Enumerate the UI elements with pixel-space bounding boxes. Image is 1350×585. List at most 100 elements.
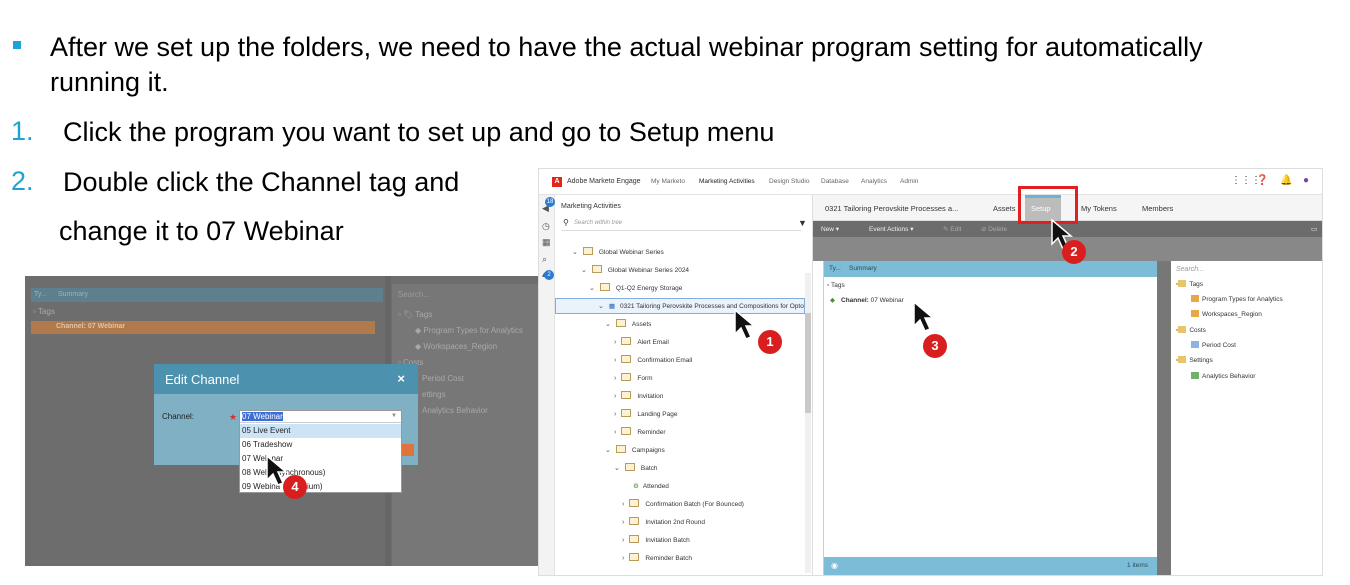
option-tradeshow[interactable]: 06 Tradeshow: [240, 438, 401, 452]
tree-item[interactable]: › Invitation 2nd Round: [622, 515, 705, 531]
brand-name: Adobe Marketo Engage: [567, 178, 641, 185]
tree-scrollbar[interactable]: [805, 273, 811, 573]
grid-tags-group[interactable]: ▫ Tags: [827, 282, 845, 289]
tab-my-tokens[interactable]: My Tokens: [1081, 204, 1117, 213]
nav-analytics[interactable]: Analytics: [861, 178, 887, 185]
tree-item[interactable]: ⌄ Q1-Q2 Energy Storage: [589, 281, 682, 297]
tree-item[interactable]: › Form: [614, 371, 653, 387]
help-icon[interactable]: ❓: [1256, 175, 1268, 186]
side-settings[interactable]: ▫ Settings: [1176, 356, 1213, 364]
chevron-right-icon[interactable]: ›: [622, 537, 624, 544]
delete-button-label: Delete: [988, 226, 1008, 233]
tree-item-selected-program[interactable]: ⌄ ▦ 0321 Tailoring Perovskite Processes an…: [555, 298, 805, 314]
chevron-right-icon[interactable]: ›: [614, 357, 616, 364]
dim-search[interactable]: Search...: [398, 290, 430, 299]
tree-item[interactable]: ⌄ Campaigns: [605, 443, 665, 459]
panel-divider[interactable]: [1157, 261, 1171, 575]
chevron-down-icon[interactable]: ▼: [391, 411, 397, 422]
channel-select-value[interactable]: 07 Webinar ▼: [240, 411, 401, 423]
dim-channel-row[interactable]: Channel: 07 Webinar: [31, 321, 375, 334]
tree-item[interactable]: › Invitation: [614, 389, 663, 405]
side-workspaces-label: Workspaces_Region: [1202, 311, 1262, 319]
tree-item[interactable]: › Reminder: [614, 425, 666, 441]
refresh-icon[interactable]: ◉: [831, 561, 838, 570]
nav-admin[interactable]: Admin: [900, 178, 918, 185]
nav-my-marketo[interactable]: My Marketo: [651, 178, 685, 185]
chevron-down-icon[interactable]: ⌄: [605, 321, 611, 328]
step-1-text: Click the program you want to set up and…: [63, 117, 775, 147]
filter-icon[interactable]: ▼: [798, 218, 807, 228]
edit-button[interactable]: ✎ Edit: [943, 225, 961, 233]
callout-2: 2: [1062, 240, 1086, 264]
search-icon[interactable]: ⌕: [542, 254, 547, 265]
tree-item-label: 0321 Tailoring Perovskite Processes and …: [620, 303, 804, 310]
tree-panel: Marketing Activities ⚲ Search within tre…: [555, 195, 813, 575]
folder-icon: [591, 265, 602, 274]
tree-item[interactable]: ⌄ Assets: [605, 317, 651, 333]
side-workspaces[interactable]: Workspaces_Region: [1191, 310, 1262, 319]
tree-item[interactable]: › Invitation Batch: [622, 533, 690, 549]
avatar[interactable]: ●: [1303, 175, 1309, 186]
tree-item[interactable]: › Confirmation Batch (For Bounced): [622, 497, 744, 513]
tree-item-label: Invitation 2nd Round: [645, 519, 705, 526]
new-button[interactable]: New ▾: [821, 225, 839, 233]
chevron-right-icon[interactable]: ›: [622, 555, 624, 562]
calendar-icon[interactable]: ▦: [542, 237, 551, 248]
folder-icon: [629, 517, 640, 526]
nav-design-studio[interactable]: Design Studio: [769, 178, 809, 185]
folder-icon: [615, 445, 626, 454]
dim-side-tags: ▫ 🏷 Tags: [398, 310, 433, 319]
chevron-right-icon[interactable]: ›: [614, 339, 616, 346]
edit-button-label: Edit: [950, 226, 962, 233]
chevron-down-icon[interactable]: ⌄: [572, 249, 578, 256]
side-search-input[interactable]: Search...: [1176, 266, 1204, 273]
nav-database[interactable]: Database: [821, 178, 849, 185]
chevron-right-icon[interactable]: ›: [614, 429, 616, 436]
tab-assets[interactable]: Assets: [993, 204, 1016, 213]
event-actions-button[interactable]: Event Actions ▾: [869, 225, 913, 233]
chevron-down-icon[interactable]: ⌄: [598, 303, 604, 310]
history-icon[interactable]: ◷: [542, 221, 550, 232]
nav-marketing-activities[interactable]: Marketing Activities: [699, 178, 755, 185]
dialog-save-button[interactable]: [402, 444, 414, 456]
collapse-icon[interactable]: ▭: [1311, 225, 1317, 233]
tab-members[interactable]: Members: [1142, 204, 1173, 213]
channel-select[interactable]: 07 Webinar ▼ 05 Live Event 06 Tradeshow …: [239, 410, 402, 493]
tree-item[interactable]: ⌄ Global Webinar Series 2024: [581, 263, 689, 279]
side-costs[interactable]: ▫ Costs: [1176, 326, 1206, 334]
callout-1: 1: [758, 330, 782, 354]
dim-side-program-types-text: Program Types for Analytics: [423, 326, 523, 335]
chevron-right-icon[interactable]: ›: [622, 519, 624, 526]
tree-item[interactable]: › Confirmation Email: [614, 353, 692, 369]
chevron-right-icon[interactable]: ›: [614, 375, 616, 382]
chevron-down-icon[interactable]: ⌄: [581, 267, 587, 274]
tab-program-name[interactable]: 0321 Tailoring Perovskite Processes a...: [825, 204, 958, 213]
scrollbar-thumb[interactable]: [805, 313, 811, 413]
chevron-right-icon[interactable]: ›: [614, 393, 616, 400]
tree-item[interactable]: › Landing Page: [614, 407, 677, 423]
side-tags[interactable]: ▫ Tags: [1176, 280, 1203, 288]
tree-item[interactable]: › Reminder Batch: [622, 551, 692, 567]
tree-item[interactable]: ⌄ Global Webinar Series: [572, 245, 664, 261]
tree-item[interactable]: ⌄ Batch: [614, 461, 658, 477]
callout-4: 4: [283, 475, 307, 499]
option-live-event[interactable]: 05 Live Event: [240, 424, 401, 438]
tree-item[interactable]: ⚙ Attended: [633, 479, 669, 495]
chevron-down-icon[interactable]: ⌄: [589, 285, 595, 292]
delete-button[interactable]: ⊘ Delete: [981, 225, 1007, 233]
dim-side-workspaces: ◆ Workspaces_Region: [415, 342, 498, 351]
side-analytics-behavior[interactable]: Analytics Behavior: [1191, 372, 1255, 380]
chevron-right-icon[interactable]: ›: [614, 411, 616, 418]
grid-header-summary[interactable]: Summary: [849, 265, 877, 272]
grid-header-ty[interactable]: Ty...: [829, 265, 841, 272]
tree-search-input[interactable]: ⚲ Search within tree: [561, 217, 801, 231]
tree-item[interactable]: › Alert Email: [614, 335, 669, 351]
side-program-types[interactable]: Program Types for Analytics: [1191, 295, 1283, 303]
close-icon[interactable]: ×: [397, 371, 405, 386]
chevron-right-icon[interactable]: ›: [622, 501, 624, 508]
chevron-down-icon[interactable]: ⌄: [605, 447, 611, 454]
chevron-down-icon[interactable]: ⌄: [614, 465, 620, 472]
notification-bell-icon[interactable]: 🔔: [1280, 175, 1292, 186]
channel-tag-row[interactable]: ◆ Channel: 07 Webinar: [830, 296, 904, 304]
side-period-cost[interactable]: Period Cost: [1191, 341, 1236, 349]
